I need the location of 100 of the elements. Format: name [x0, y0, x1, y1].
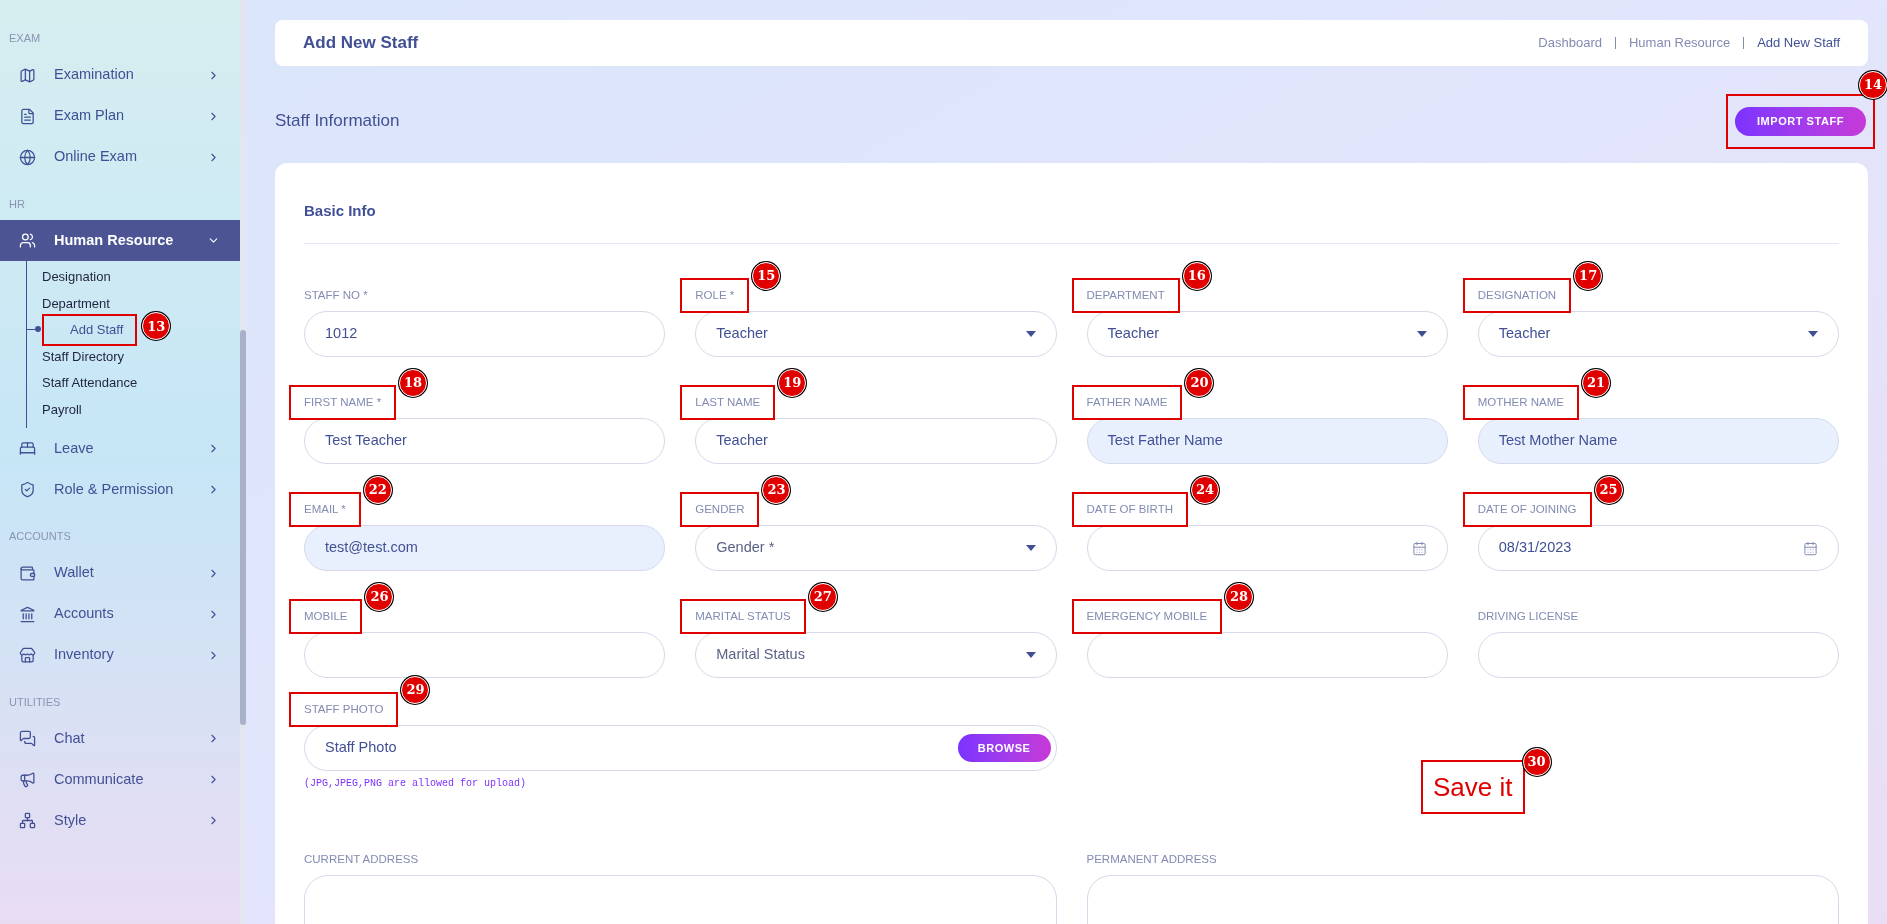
date-field[interactable]: 08/31/2023 — [1477, 525, 1839, 571]
sidebar-item-label: Accounts — [54, 604, 115, 624]
browse-button[interactable]: BROWSE — [957, 734, 1051, 762]
submenu-item[interactable]: Payroll — [42, 399, 82, 420]
callout-badge: 21 — [1582, 368, 1610, 397]
sidebar-item[interactable]: Accounts — [0, 593, 240, 635]
submenu-item[interactable]: Staff Attendance — [42, 373, 138, 393]
section-heading: UTILITIES — [8, 694, 62, 710]
field-label: PERMANENT ADDRESS — [1086, 851, 1217, 867]
sidebar-item-label: Online Exam — [54, 147, 138, 167]
text-field[interactable]: 1012 — [304, 311, 666, 357]
section-heading: ACCOUNTS — [8, 529, 72, 544]
users-icon — [19, 232, 36, 249]
submenu-item[interactable]: Department — [42, 293, 110, 314]
breadcrumb-link[interactable]: Human Resource — [1628, 33, 1731, 53]
sidebar-item[interactable]: Leave — [0, 428, 240, 469]
submenu-item[interactable]: Staff Directory — [42, 346, 125, 367]
section-heading: HR — [8, 196, 26, 212]
callout-badge: 19 — [778, 368, 807, 397]
sidebar-item-label: Chat — [54, 728, 86, 748]
callout-badge: 24 — [1191, 475, 1219, 504]
field-label: MOTHER NAME — [1462, 384, 1579, 420]
field-label: DEPARTMENT — [1071, 277, 1180, 313]
callout-badge: 20 — [1185, 368, 1214, 397]
field-label: GENDER — [680, 491, 760, 527]
text-field[interactable]: Teacher — [695, 418, 1057, 464]
callout-badge: 26 — [365, 582, 394, 611]
submenu-item[interactable]: Add Staff — [42, 314, 138, 346]
sidebar-item[interactable]: Role & Permission — [0, 469, 240, 510]
calendar-icon — [1803, 540, 1818, 556]
file-field[interactable]: Staff Photo BROWSE — [304, 725, 1057, 771]
field-label: DESIGNATION — [1462, 277, 1572, 313]
calendar-icon — [1411, 540, 1427, 556]
field-label: MARITAL STATUS — [680, 598, 806, 634]
field-label: EMERGENCY MOBILE — [1071, 598, 1223, 634]
field-label: FATHER NAME — [1071, 384, 1183, 420]
callout-badge: 22 — [363, 475, 392, 504]
sidebar-item-label: Wallet — [54, 563, 95, 583]
sidebar-item[interactable]: Examination — [0, 54, 240, 96]
sidebar-item-label: Inventory — [54, 645, 115, 665]
text-field[interactable] — [1477, 632, 1839, 678]
import-staff-button[interactable]: IMPORT STAFF — [1734, 106, 1866, 136]
sidebar-item-label: Style — [54, 810, 88, 830]
dropdown-triangle-icon — [1025, 545, 1036, 551]
sidebar-item[interactable]: Online Exam — [0, 136, 240, 178]
dropdown-triangle-icon — [1808, 331, 1818, 337]
callout-badge: 14 — [1859, 70, 1887, 99]
field-label: FIRST NAME * — [289, 384, 397, 420]
select-field[interactable]: Teacher — [695, 311, 1057, 357]
field-label: DATE OF BIRTH — [1071, 491, 1188, 527]
map-icon — [19, 66, 36, 84]
callout-badge: 25 — [1594, 475, 1623, 504]
sidebar-item[interactable]: Inventory — [0, 634, 240, 676]
sidebar-item[interactable]: Communicate — [0, 759, 240, 800]
breadcrumb-link[interactable]: Dashboard — [1538, 33, 1602, 53]
select-field[interactable]: Marital Status — [695, 632, 1057, 678]
text-field[interactable]: test@test.com — [304, 525, 666, 571]
sidebar-item[interactable]: Style — [0, 800, 240, 841]
field-label: EMAIL * — [289, 491, 361, 527]
scrollbar[interactable] — [240, 0, 246, 924]
sidebar-item-label: Communicate — [54, 769, 145, 789]
sidebar-item-label: Role & Permission — [54, 479, 175, 499]
select-field[interactable]: Teacher — [1477, 311, 1839, 357]
callout-badge: 15 — [752, 261, 781, 290]
sidebar-item-label: Examination — [54, 65, 135, 85]
store-icon — [19, 646, 36, 664]
card-title: Basic Info — [304, 202, 376, 219]
field-label: STAFF NO * — [304, 287, 368, 303]
globe-icon — [19, 148, 36, 166]
sidebar-item[interactable]: Human Resource — [0, 220, 240, 261]
field-label: CURRENT ADDRESS — [304, 851, 419, 867]
text-field[interactable] — [304, 632, 666, 678]
callout-badge: 27 — [808, 582, 837, 611]
megaphone-icon — [19, 771, 36, 788]
dropdown-triangle-icon — [1416, 331, 1427, 337]
text-field[interactable]: Test Father Name — [1086, 418, 1448, 464]
select-field[interactable]: Teacher — [1086, 311, 1448, 357]
submenu-item[interactable]: Designation — [42, 267, 111, 287]
sidebar-item[interactable]: Wallet — [0, 552, 240, 594]
bank-icon — [19, 605, 36, 623]
shield-icon — [19, 481, 36, 498]
callout-badge: 13 — [142, 312, 171, 341]
text-field[interactable] — [1086, 632, 1448, 678]
field-label: DATE OF JOINING — [1462, 491, 1592, 527]
date-field[interactable] — [1086, 525, 1448, 571]
text-field[interactable]: Test Teacher — [304, 418, 666, 464]
field-label: MOBILE — [289, 598, 363, 634]
annotation-note: Save it — [1421, 760, 1525, 814]
sidebar-item-label: Human Resource — [54, 230, 175, 250]
text-field[interactable]: Test Mother Name — [1477, 418, 1839, 464]
field-label: STAFF PHOTO — [289, 691, 399, 727]
upload-hint: (JPG,JPEG,PNG are allowed for upload) — [304, 777, 528, 791]
document-icon — [19, 107, 36, 125]
sidebar-item[interactable]: Exam Plan — [0, 95, 240, 137]
select-field[interactable]: Gender * — [695, 525, 1057, 571]
callout-badge: 18 — [399, 368, 428, 397]
sidebar-item[interactable]: Chat — [0, 718, 240, 759]
callout-badge: 30 — [1522, 748, 1551, 776]
wallet-icon — [19, 564, 36, 582]
breadcrumb-link[interactable]: Add New Staff — [1757, 33, 1840, 53]
